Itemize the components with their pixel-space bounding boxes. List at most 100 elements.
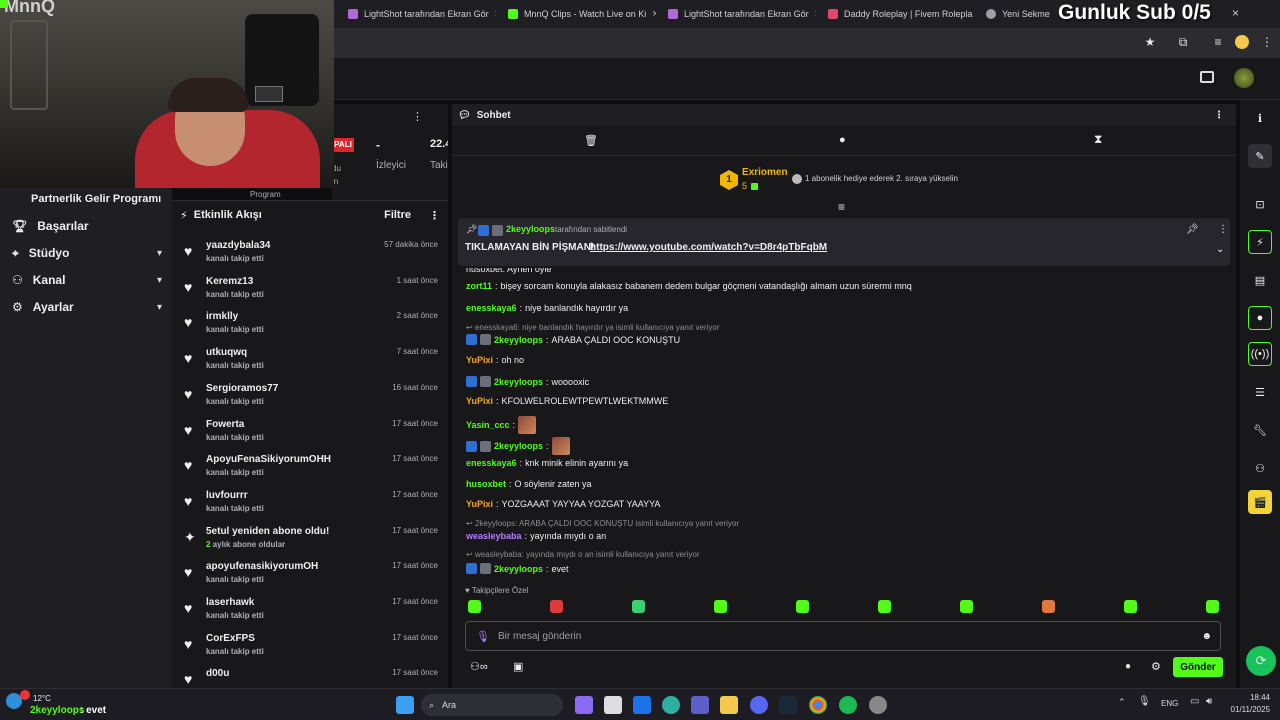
volume-icon[interactable]: 🔊︎ [1206, 696, 1212, 707]
notes-icon[interactable]: ▤ [1248, 268, 1272, 292]
close-icon[interactable]: × [815, 8, 816, 20]
clock-date[interactable]: 01/11/2025 [1222, 705, 1270, 714]
pinned-link[interactable]: https://www.youtube.com/watch?v=D8r4pTbF… [590, 242, 827, 253]
chat-username[interactable]: YuPixi [466, 396, 493, 406]
chat-bubble-icon[interactable]: ● [839, 134, 846, 146]
activity-row[interactable]: ♥ luvfourrr kanalı takip etti 17 saat önce [172, 487, 448, 523]
browser-tab[interactable]: LightShot tarafından Ekran Gör × [660, 2, 816, 26]
teams-icon[interactable] [691, 696, 709, 714]
edge-icon[interactable] [662, 696, 680, 714]
share-icon[interactable]: ⚇ [1248, 456, 1272, 480]
browser-tab[interactable]: Daddy Roleplay | Fivem Rolepla × [820, 2, 976, 26]
activity-row[interactable]: ♥ yaazdybala34 kanalı takip etti 57 dakika … [172, 237, 448, 273]
activity-row[interactable]: ✦ 5etul yeniden abone oldu! 2 aylık abone … [172, 523, 448, 559]
spotify-icon[interactable] [839, 696, 857, 714]
capture-icon[interactable]: ⊡ [1248, 192, 1272, 216]
gear-icon[interactable]: ⚙ [1151, 660, 1161, 673]
sidebar-item-settings[interactable]: ⚙ Ayarlar ▾ [12, 295, 162, 319]
avatar[interactable] [1234, 68, 1254, 88]
chat-username[interactable]: enesskaya6 [466, 458, 517, 468]
emote-icon[interactable] [1206, 600, 1219, 613]
chat-username[interactable]: 2keyyloops [494, 441, 543, 451]
media-icon[interactable]: ≡ [1211, 35, 1225, 49]
chat-username[interactable]: YuPixi [466, 499, 493, 509]
sidebar-item-achievements[interactable]: 🏆︎ Başarılar [12, 214, 162, 238]
pencil-icon[interactable]: ✎ [1248, 144, 1272, 168]
chat-username[interactable]: 2keyyloops [494, 564, 543, 574]
chat-username[interactable]: YuPixi [466, 355, 493, 365]
close-icon[interactable]: × [652, 8, 656, 20]
monitor-icon[interactable]: ▭ [1190, 696, 1199, 707]
pin-icon[interactable]: 📌︎ [1186, 224, 1199, 235]
chat-username[interactable]: 2keyyloops [494, 335, 543, 345]
extensions-icon[interactable]: ⧉ [1176, 35, 1190, 49]
activity-row[interactable]: ♥ CorExFPS kanalı takip etti 17 saat önce [172, 630, 448, 666]
activity-row[interactable]: ♥ utkuqwq kanalı takip etti 7 saat önce [172, 344, 448, 380]
chat-input[interactable]: 🎙︎ Bir mesaj gönderin ☻ [465, 621, 1221, 651]
filter-button[interactable]: Filtre [384, 209, 411, 221]
layout-icon[interactable]: ☰ [1248, 380, 1272, 404]
emote-icon[interactable] [632, 600, 645, 613]
lightning-icon[interactable]: ⚡︎ [1248, 230, 1272, 254]
steam-icon[interactable] [779, 696, 797, 714]
emote-icon[interactable] [714, 600, 727, 613]
infinity-icon[interactable]: ⚇∞ [470, 660, 488, 673]
chat-username[interactable]: Yasin_ccc [466, 420, 510, 430]
shop-icon[interactable]: ▣ [513, 660, 523, 673]
menu-icon[interactable]: ⋮ [1260, 35, 1274, 49]
sidebar-item-channel[interactable]: ⚇ Kanal ▾ [12, 268, 162, 292]
chat-username[interactable]: zort11 [466, 281, 492, 291]
emote-icon[interactable] [796, 600, 809, 613]
top-gifter-name[interactable]: Exriomen [742, 167, 788, 178]
partner-program-link[interactable]: Partnerlik Gelir Programı [31, 193, 161, 205]
outlook-icon[interactable] [633, 696, 651, 714]
window-close-icon[interactable]: × [1232, 6, 1239, 20]
chat-username[interactable]: weasleybaba [466, 531, 522, 541]
send-button[interactable]: Gönder [1173, 657, 1223, 677]
activity-row[interactable]: ♥ Keremz13 kanalı takip etti 1 saat önce [172, 273, 448, 309]
profile-icon[interactable] [1235, 35, 1249, 49]
chevron-down-icon[interactable]: ⌄ [1216, 244, 1224, 255]
chat-username[interactable]: enesskaya6 [466, 303, 517, 313]
taskbar-search[interactable]: ⌕ Ara [421, 694, 563, 716]
sidebar-item-studio[interactable]: ⌖ Stüdyo ▾ [12, 241, 162, 265]
pinned-by-user[interactable]: 2keyyloops [506, 224, 555, 234]
kebab-menu-icon[interactable]: ⋮ [1214, 110, 1224, 121]
hourglass-icon[interactable]: ⧗ [1094, 132, 1102, 147]
chat-icon[interactable]: ● [1248, 306, 1272, 330]
folder-icon[interactable] [720, 696, 738, 714]
emoji-icon[interactable]: ☻ [1201, 631, 1212, 642]
browser-tab[interactable]: MnnQ Clips - Watch Live on Ki × [500, 2, 656, 26]
discord-icon[interactable] [750, 696, 768, 714]
microphone-icon[interactable]: 🎙︎ [476, 630, 490, 643]
chevron-up-icon[interactable]: ⌃ [1118, 697, 1126, 708]
chat-username[interactable]: husoxbet [466, 479, 506, 489]
browser-tab[interactable]: LightShot tarafından Ekran Gör × [340, 2, 496, 26]
emote-icon[interactable] [550, 600, 563, 613]
clapper-icon[interactable]: 🎬︎ [1248, 490, 1272, 514]
obs-icon[interactable] [869, 696, 887, 714]
chat-bubble-icon[interactable]: ● [1125, 661, 1131, 672]
activity-row[interactable]: ♥ Fowerta kanalı takip etti 17 saat önce [172, 416, 448, 452]
chrome-icon[interactable] [809, 696, 827, 714]
trash-icon[interactable]: 🗑︎ [584, 134, 598, 147]
kebab-menu-icon[interactable]: ⋮ [1218, 224, 1228, 235]
info-icon[interactable]: ℹ︎ [1248, 106, 1272, 130]
star-icon[interactable]: ★ [1143, 35, 1157, 49]
activity-row[interactable]: ♥ ApoyuFenaSikiyorumOHH kanalı takip etti 1… [172, 451, 448, 487]
support-icon[interactable]: ⟳ [1246, 646, 1276, 676]
activity-row[interactable]: ♥ apoyufenasikiyorumOH kanalı takip etti 17… [172, 558, 448, 594]
activity-row[interactable]: ♥ Sergioramos77 kanalı takip etti 16 saat ö… [172, 380, 448, 416]
activity-row[interactable]: ♥ laserhawk kanalı takip etti 17 saat önce [172, 594, 448, 630]
clock-time[interactable]: 18:44 [1228, 693, 1270, 702]
language-indicator[interactable]: ENG [1161, 699, 1178, 708]
emote-icon[interactable] [1042, 600, 1055, 613]
emote-icon[interactable] [468, 600, 481, 613]
kebab-menu-icon[interactable]: ⋮ [412, 110, 423, 123]
chat-username[interactable]: 2keyyloops [494, 377, 543, 387]
store-icon[interactable] [604, 696, 622, 714]
emote-icon[interactable] [1124, 600, 1137, 613]
emote-icon[interactable] [878, 600, 891, 613]
copilot-icon[interactable] [575, 696, 593, 714]
kebab-menu-icon[interactable]: ⋮ [429, 209, 440, 222]
